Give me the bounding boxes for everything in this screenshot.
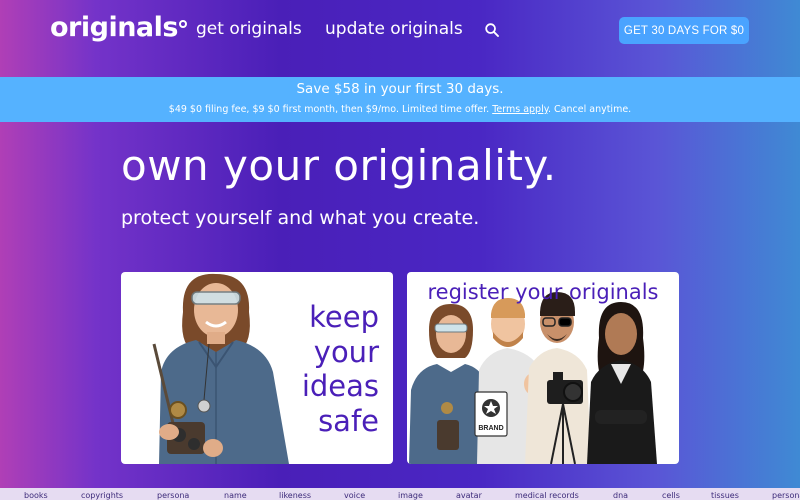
card-caption: register your originals <box>427 280 659 304</box>
promo-subtext: $49 $0 filing fee, $9 $0 first month, th… <box>0 104 800 115</box>
top-nav: originals get originals update originals… <box>0 0 800 77</box>
keep-ideas-safe-card[interactable]: keep your ideas safe <box>121 272 393 464</box>
notebook-badge: BRAND <box>478 425 503 432</box>
tag-item[interactable]: likeness <box>279 491 311 500</box>
search-icon[interactable] <box>485 23 499 37</box>
nav-get-originals[interactable]: get originals <box>196 19 302 39</box>
tag-item[interactable]: tissues <box>711 491 739 500</box>
tag-item[interactable]: persona <box>157 491 189 500</box>
nav-update-originals[interactable]: update originals <box>325 19 463 39</box>
tagline-line-1: keep <box>309 300 379 334</box>
tag-item[interactable]: copyrights <box>81 491 123 500</box>
tag-item[interactable]: avatar <box>456 491 482 500</box>
tag-item[interactable]: persona <box>772 491 800 500</box>
hero-title: own your originality. <box>121 141 557 190</box>
tag-item[interactable]: name <box>224 491 247 500</box>
card-tagline: keep your ideas safe <box>269 300 379 438</box>
get-30-days-button[interactable]: GET 30 DAYS FOR $0 <box>619 17 749 44</box>
promo-pricing-text: $49 $0 filing fee, $9 $0 first month, th… <box>168 104 490 115</box>
tag-item[interactable]: voice <box>344 491 365 500</box>
brand-logo[interactable]: originals <box>50 12 187 43</box>
tagline-line-3: ideas <box>301 369 379 403</box>
register-originals-card[interactable]: BRAND register your originals <box>407 272 679 464</box>
category-tag-strip: books copyrights persona name likeness v… <box>0 488 800 500</box>
tag-item[interactable]: medical records <box>515 491 579 500</box>
tag-item[interactable]: image <box>398 491 423 500</box>
promo-title: Save $58 in your first 30 days. <box>296 81 504 97</box>
brand-name: originals <box>50 12 178 43</box>
tagline-line-2: your <box>313 334 379 369</box>
promo-cancel-text: . Cancel anytime. <box>548 104 632 115</box>
terms-link[interactable]: Terms apply <box>492 104 548 115</box>
tagline-line-4: safe <box>318 403 379 438</box>
promo-banner: Save $58 in your first 30 days. $49 $0 f… <box>0 77 800 122</box>
tag-item[interactable]: books <box>24 491 48 500</box>
hero-subtitle: protect yourself and what you create. <box>121 207 480 229</box>
tag-item[interactable]: dna <box>613 491 628 500</box>
ring-icon <box>178 20 187 28</box>
tag-item[interactable]: cells <box>662 491 680 500</box>
